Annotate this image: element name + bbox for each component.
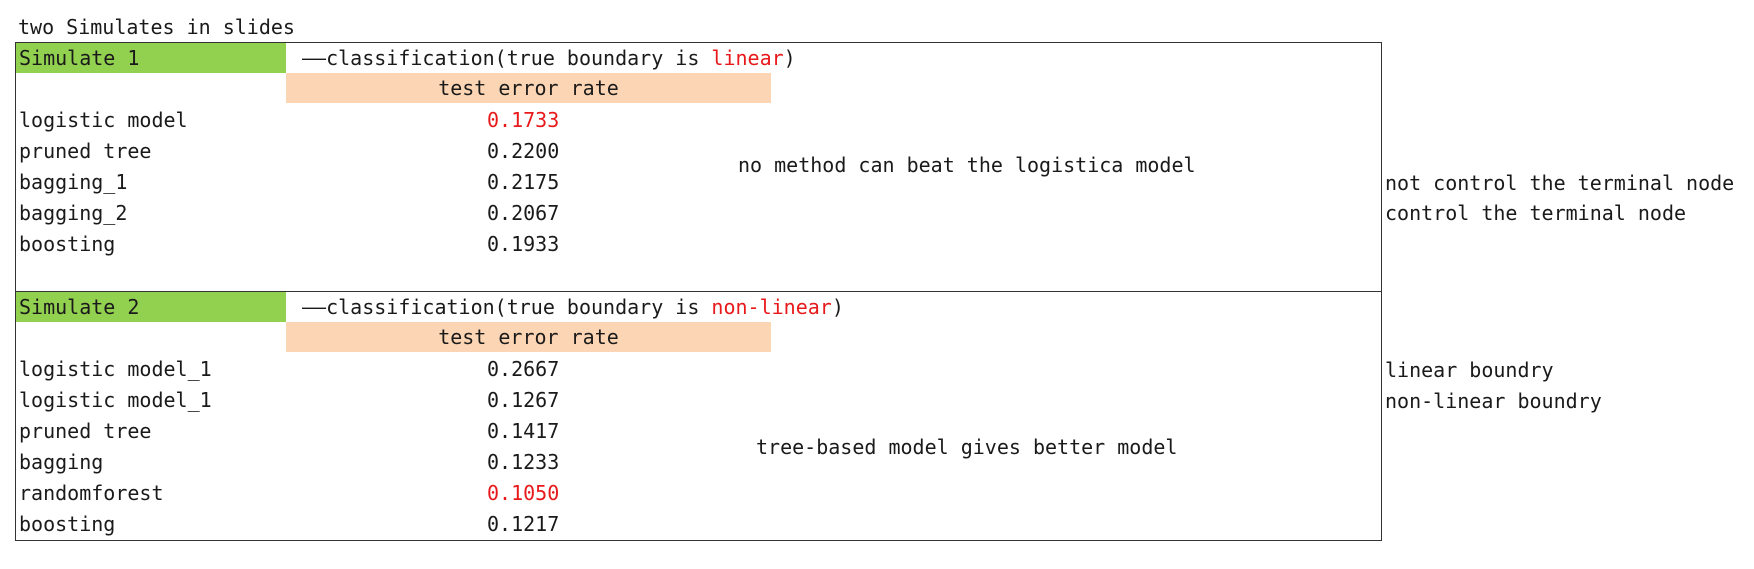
simulate-comment: no method can beat the logistica model: [738, 153, 1196, 177]
simulate-subtitle: ——classification(true boundary is linear…: [302, 43, 796, 73]
side-note: not control the terminal node: [1385, 171, 1735, 195]
error-rate-value: 0.1933: [487, 232, 560, 256]
subtitle-prefix: ——classification(true boundary is: [302, 46, 712, 70]
simulate-2-section: Simulate 2 ——classification(true boundar…: [15, 291, 1382, 541]
table-row: logistic model_1 0.2667: [19, 354, 739, 385]
subtitle-highlight: non-linear: [711, 295, 832, 319]
column-header: test error rate: [286, 322, 771, 352]
subtitle-suffix: ): [783, 46, 796, 70]
model-name: bagging_1: [19, 170, 128, 194]
model-name: boosting: [19, 232, 116, 256]
error-rate-value: 0.1233: [487, 450, 560, 474]
error-rate-value: 0.1217: [487, 512, 560, 536]
simulate-label: Simulate 2: [16, 292, 286, 322]
error-rate-value: 0.2200: [487, 139, 560, 163]
table-row: bagging_1 0.2175: [19, 167, 739, 198]
simulate-label: Simulate 1: [16, 43, 286, 73]
error-rate-value: 0.1733: [487, 108, 560, 132]
table-row: pruned tree 0.1417: [19, 416, 739, 447]
page-title: two Simulates in slides: [18, 15, 295, 39]
simulate-comment: tree-based model gives better model: [756, 435, 1178, 459]
table-row: logistic model 0.1733: [19, 105, 739, 136]
subtitle-highlight: linear: [711, 46, 784, 70]
table-row: randomforest 0.1050: [19, 478, 739, 509]
model-name: logistic model_1: [19, 388, 212, 412]
error-rate-value: 0.1417: [487, 419, 560, 443]
simulate-subtitle: ——classification(true boundary is non-li…: [302, 292, 844, 322]
table-row: logistic model_1 0.1267: [19, 385, 739, 416]
model-name: logistic model: [19, 108, 188, 132]
table-row: boosting 0.1933: [19, 229, 739, 260]
error-rate-value: 0.1050: [487, 481, 560, 505]
table-row: pruned tree 0.2200: [19, 136, 739, 167]
side-note: non-linear boundry: [1385, 389, 1602, 413]
model-name: bagging_2: [19, 201, 128, 225]
side-note: linear boundry: [1385, 358, 1554, 382]
error-rate-value: 0.2067: [487, 201, 560, 225]
table-row: bagging 0.1233: [19, 447, 739, 478]
error-rate-value: 0.2667: [487, 357, 560, 381]
side-note: control the terminal node: [1385, 201, 1687, 225]
model-name: pruned tree: [19, 419, 152, 443]
model-name: pruned tree: [19, 139, 152, 163]
model-name: logistic model_1: [19, 357, 212, 381]
subtitle-prefix: ——classification(true boundary is: [302, 295, 712, 319]
column-header: test error rate: [286, 73, 771, 103]
error-rate-value: 0.2175: [487, 170, 560, 194]
model-name: bagging: [19, 450, 104, 474]
error-rate-value: 0.1267: [487, 388, 560, 412]
model-name: randomforest: [19, 481, 164, 505]
table-row: bagging_2 0.2067: [19, 198, 739, 229]
model-name: boosting: [19, 512, 116, 536]
table-row: boosting 0.1217: [19, 509, 739, 540]
subtitle-suffix: ): [831, 295, 844, 319]
simulate-1-section: Simulate 1 ——classification(true boundar…: [15, 42, 1382, 292]
